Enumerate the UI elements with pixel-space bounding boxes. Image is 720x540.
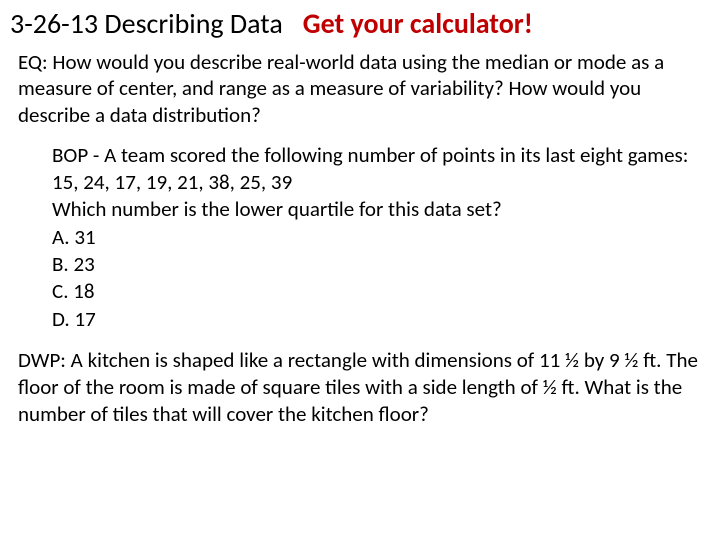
page-title: 3-26-13 Describing Data bbox=[10, 6, 283, 41]
bop-question: Which number is the lower quartile for t… bbox=[52, 196, 702, 223]
bop-option-a: A. 31 bbox=[52, 224, 702, 251]
essential-question: EQ: How would you describe real-world da… bbox=[0, 41, 720, 128]
callout-text: Get your calculator! bbox=[303, 6, 533, 41]
bop-problem: BOP - A team scored the following number… bbox=[0, 128, 720, 333]
bop-option-b: B. 23 bbox=[52, 251, 702, 278]
bop-intro: BOP - A team scored the following number… bbox=[52, 142, 702, 197]
title-row: 3-26-13 Describing Data Get your calcula… bbox=[0, 0, 720, 41]
dwp-problem: DWP: A kitchen is shaped like a rectangl… bbox=[0, 333, 720, 429]
bop-option-d: D. 17 bbox=[52, 306, 702, 333]
bop-option-c: C. 18 bbox=[52, 278, 702, 305]
